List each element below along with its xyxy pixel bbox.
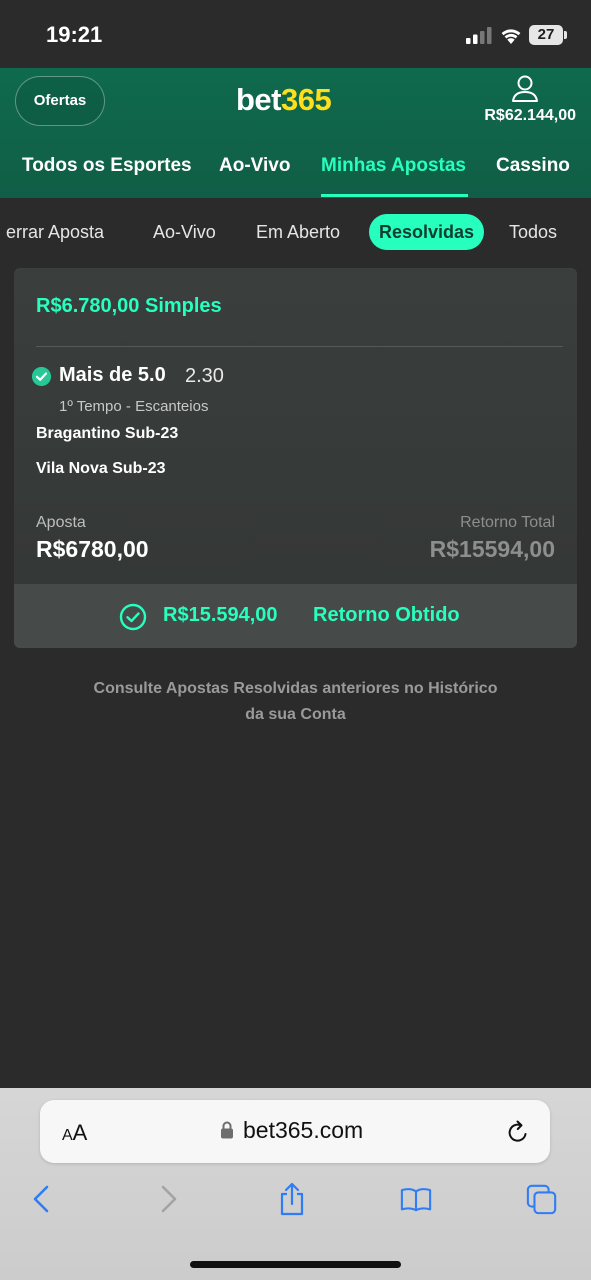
aa-small: A <box>62 1127 73 1144</box>
battery-tip <box>564 31 567 39</box>
nav-item-my-bets[interactable]: Minhas Apostas <box>321 155 466 177</box>
bet-card[interactable]: R$6.780,00 Simples Mais de 5.0 2.30 1º T… <box>14 268 577 648</box>
card-divider <box>36 346 563 347</box>
tab-live[interactable]: Ao-Vivo <box>153 222 216 243</box>
back-icon[interactable] <box>26 1182 58 1216</box>
offers-button[interactable]: Ofertas <box>15 76 105 126</box>
forward-icon[interactable] <box>152 1182 184 1216</box>
reader-aa-button[interactable]: AA <box>62 1120 87 1146</box>
bookmarks-icon[interactable] <box>400 1182 432 1216</box>
returned-amount: R$15.594,00 <box>163 604 278 626</box>
address-bar[interactable]: AA bet365.com <box>40 1100 550 1163</box>
circle-check-icon <box>119 603 147 631</box>
cellular-signal-icon <box>466 27 492 44</box>
active-nav-indicator <box>321 194 468 197</box>
result-bar: R$15.594,00 Retorno Obtido <box>14 584 577 648</box>
stake-label: Aposta <box>36 514 86 531</box>
tab-all[interactable]: Todos <box>509 222 557 243</box>
history-note-line1: Consulte Apostas Resolvidas anteriores n… <box>93 680 498 697</box>
team-home: Bragantino Sub-23 <box>36 425 179 442</box>
tab-open[interactable]: Em Aberto <box>256 222 340 243</box>
total-return-label: Retorno Total <box>460 514 555 531</box>
wifi-icon <box>501 29 521 44</box>
nav-item-casino[interactable]: Cassino <box>496 155 570 177</box>
safari-toolbar: AA bet365.com <box>0 1088 591 1280</box>
bets-filter-tabs: errar Aposta Ao-Vivo Em Aberto Resolvida… <box>0 198 591 266</box>
bet-title: R$6.780,00 Simples <box>36 295 222 317</box>
total-return-value: R$15594,00 <box>429 536 555 562</box>
status-bar: 19:21 27 <box>0 0 591 68</box>
logo-text-bet: bet <box>236 82 282 117</box>
won-check-icon <box>32 367 51 386</box>
logo-text-365: 365 <box>281 82 332 117</box>
user-account-icon[interactable] <box>511 74 539 104</box>
main-nav: Todos os Esportes Ao-Vivo Minhas Apostas… <box>0 152 591 198</box>
url-text[interactable]: bet365.com <box>243 1117 363 1144</box>
share-icon[interactable] <box>276 1182 308 1216</box>
status-time: 19:21 <box>46 22 103 47</box>
lock-icon <box>221 1121 233 1139</box>
tabs-icon[interactable] <box>526 1182 558 1216</box>
history-note[interactable]: Consulte Apostas Resolvidas anteriores n… <box>60 676 531 728</box>
battery-indicator: 27 <box>529 25 563 45</box>
reload-icon[interactable] <box>506 1119 530 1145</box>
home-indicator <box>190 1261 401 1268</box>
team-away: Vila Nova Sub-23 <box>36 460 166 477</box>
selection-odds: 2.30 <box>185 365 224 387</box>
tab-settled[interactable]: Resolvidas <box>369 214 485 250</box>
account-balance[interactable]: R$62.144,00 <box>484 107 576 125</box>
bet365-logo[interactable]: bet365 <box>236 82 332 118</box>
nav-item-all-sports[interactable]: Todos os Esportes <box>22 155 192 177</box>
tab-cash-out[interactable]: errar Aposta <box>6 222 104 243</box>
stake-value: R$6780,00 <box>36 536 149 562</box>
selection-name: Mais de 5.0 <box>59 364 166 386</box>
history-note-line2: da sua Conta <box>245 706 346 723</box>
aa-large: A <box>72 1120 88 1145</box>
nav-item-live[interactable]: Ao-Vivo <box>219 155 290 177</box>
site-header: Ofertas bet365 R$62.144,00 Todos os Espo… <box>0 68 591 198</box>
market-name: 1º Tempo - Escanteios <box>59 398 209 415</box>
returned-label: Retorno Obtido <box>313 604 460 626</box>
